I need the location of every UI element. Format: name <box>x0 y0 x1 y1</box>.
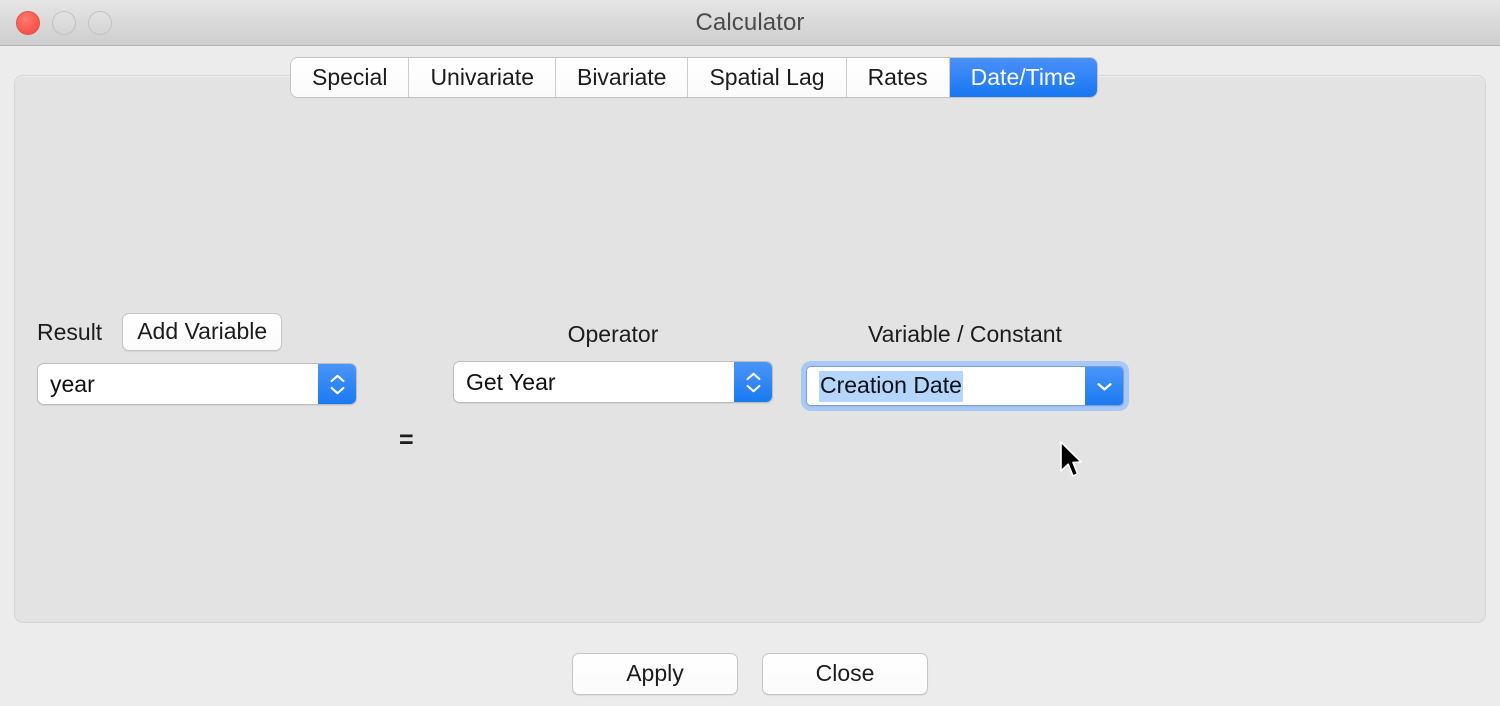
variable-constant-dropdown-button[interactable] <box>1085 367 1123 405</box>
equals-sign: = <box>399 426 414 454</box>
calculator-panel: Result Add Variable year = Operator Get … <box>14 75 1486 623</box>
result-variable-stepper[interactable] <box>318 364 356 404</box>
chevron-down-icon <box>1096 382 1112 391</box>
variable-constant-value[interactable]: Creation Date <box>807 367 1085 405</box>
operator-label: Operator <box>567 321 659 347</box>
chevron-up-icon <box>746 372 760 380</box>
close-button[interactable]: Close <box>762 653 928 696</box>
variable-constant-label: Variable / Constant <box>868 321 1062 347</box>
result-label: Result <box>37 318 103 345</box>
result-group: Result Add Variable year <box>37 312 357 405</box>
variable-constant-group: Variable / Constant Creation Date <box>801 321 1129 411</box>
operator-value: Get Year <box>454 362 734 402</box>
tab-special[interactable]: Special <box>291 58 410 97</box>
apply-button[interactable]: Apply <box>572 653 738 696</box>
add-variable-button[interactable]: Add Variable <box>122 312 283 352</box>
result-header: Result Add Variable <box>37 312 357 352</box>
tab-date-time[interactable]: Date/Time <box>949 58 1097 97</box>
tab-bar: Special Univariate Bivariate Spatial Lag… <box>291 58 1097 97</box>
chevron-up-icon <box>330 374 344 382</box>
result-variable-combo[interactable]: year <box>37 363 357 405</box>
variable-constant-selected-text: Creation Date <box>819 370 963 402</box>
operator-group: Operator Get Year <box>453 321 773 403</box>
title-bar: Calculator <box>0 0 1500 46</box>
window-title: Calculator <box>695 9 805 36</box>
tab-bivariate[interactable]: Bivariate <box>555 58 689 97</box>
variable-constant-focus-ring: Creation Date <box>801 361 1129 411</box>
tab-spatial-lag[interactable]: Spatial Lag <box>688 58 847 97</box>
calculator-window: Calculator Special Univariate Bivariate … <box>0 0 1500 706</box>
operator-combo[interactable]: Get Year <box>453 361 773 403</box>
tab-rates[interactable]: Rates <box>846 58 950 97</box>
chevron-down-icon <box>746 384 760 392</box>
operator-stepper[interactable] <box>734 362 772 402</box>
dialog-footer: Apply Close <box>0 653 1500 696</box>
tab-univariate[interactable]: Univariate <box>409 58 556 97</box>
result-variable-value: year <box>38 364 318 404</box>
date-time-form: Result Add Variable year = Operator Get … <box>15 76 1487 624</box>
variable-constant-combo[interactable]: Creation Date <box>806 366 1124 406</box>
chevron-down-icon <box>330 386 344 394</box>
